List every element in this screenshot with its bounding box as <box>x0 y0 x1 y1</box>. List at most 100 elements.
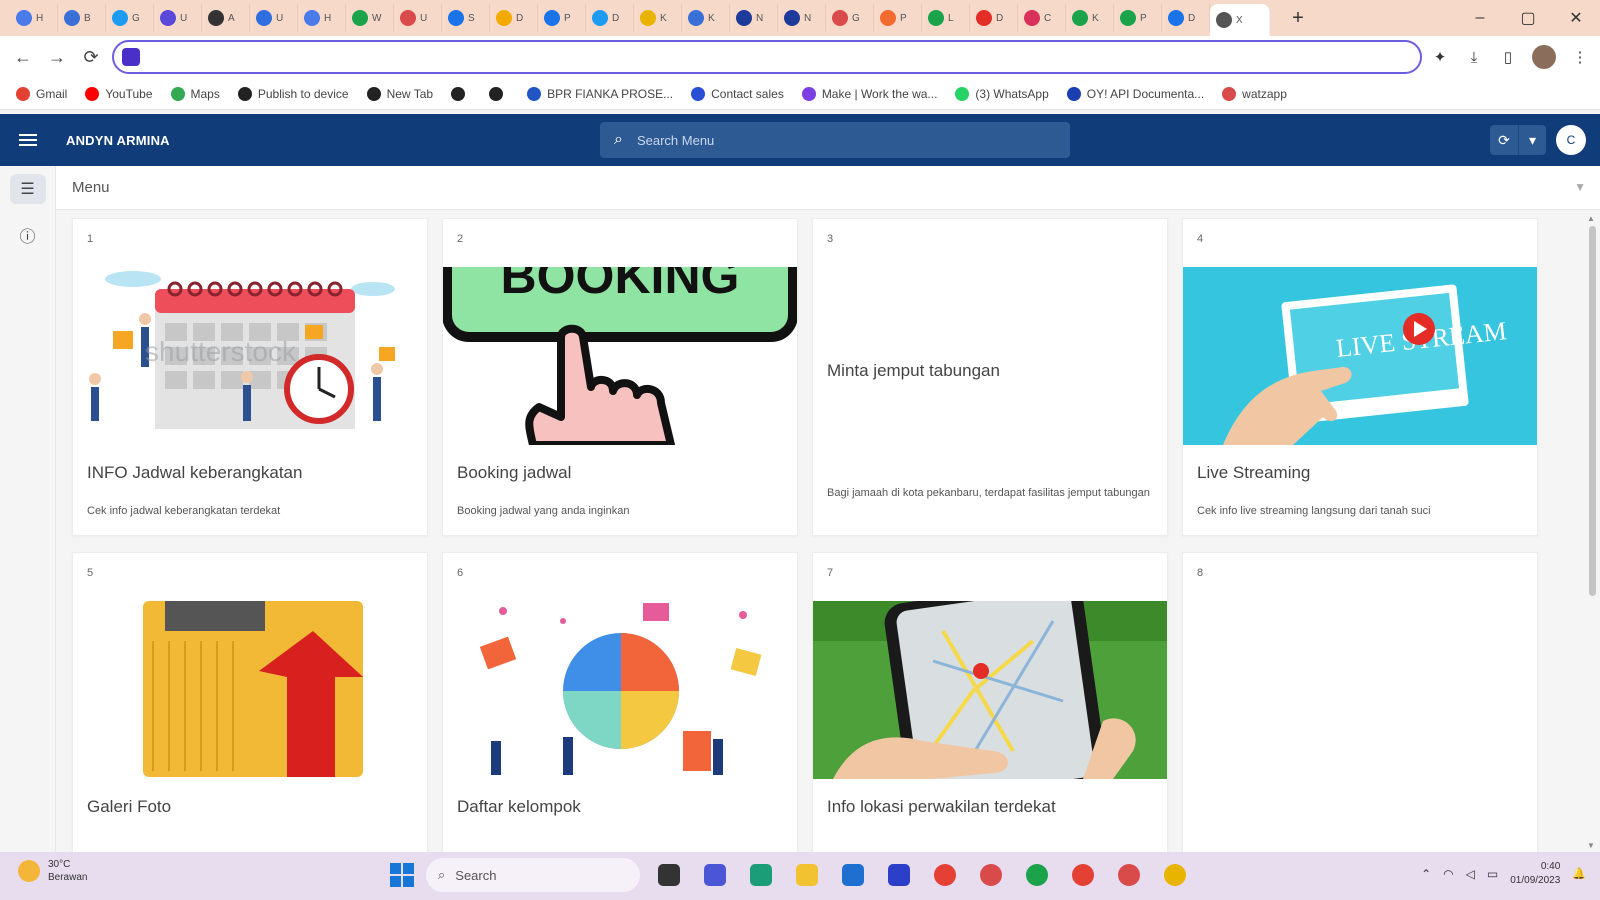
browser-tab[interactable]: K <box>682 4 730 32</box>
close-window-button[interactable]: ✕ <box>1552 8 1600 28</box>
bookmark-item[interactable]: BPR FIANKA PROSE... <box>527 86 673 101</box>
browser-tab[interactable]: N <box>778 4 826 32</box>
browser-tab[interactable]: G <box>826 4 874 32</box>
browser-tab-active[interactable]: X <box>1210 4 1270 36</box>
bookmark-item[interactable]: Gmail <box>16 86 67 101</box>
bookmark-item[interactable]: New Tab <box>366 86 433 101</box>
hamburger-menu-button[interactable] <box>0 114 56 166</box>
user-avatar[interactable]: C <box>1556 125 1586 155</box>
browser-tab[interactable]: D <box>490 4 538 32</box>
browser-tab[interactable]: G <box>106 4 154 32</box>
browser-tab[interactable]: L <box>922 4 970 32</box>
bookmark-item[interactable]: Make | Work the wa... <box>801 86 937 101</box>
taskbar-app-chrome-profile-3[interactable] <box>1066 858 1100 892</box>
vertical-scrollbar[interactable]: ▲ ▼ <box>1586 214 1598 850</box>
bookmark-favicon-icon <box>170 86 185 101</box>
browser-tab[interactable]: P <box>538 4 586 32</box>
bookmark-item[interactable] <box>451 86 471 101</box>
scroll-up-icon[interactable]: ▲ <box>1587 214 1595 223</box>
menu-card-4[interactable]: 4 LIVE STREAM Live Streaming Cek info li… <box>1182 218 1538 536</box>
chrome-profile-3-icon <box>1072 864 1094 886</box>
tab-close-icon[interactable]: X <box>1236 15 1243 26</box>
bookmark-item[interactable]: YouTube <box>85 86 153 101</box>
address-bar[interactable] <box>112 40 1422 74</box>
minimize-button[interactable]: – <box>1456 9 1504 27</box>
browser-tab[interactable]: A <box>202 4 250 32</box>
menu-card-2[interactable]: 2 BOOKING Booking jadwal Booking jadwal … <box>442 218 798 536</box>
bookmark-item[interactable]: watzapp <box>1222 86 1287 101</box>
bookmark-item[interactable]: OY! API Documenta... <box>1066 86 1204 101</box>
taskbar-app-chat[interactable] <box>698 858 732 892</box>
browser-tab[interactable]: P <box>1114 4 1162 32</box>
browser-tab[interactable]: K <box>634 4 682 32</box>
browser-tab[interactable]: H <box>10 4 58 32</box>
notification-bell-icon[interactable]: 🔔 <box>1572 867 1586 880</box>
tab-favicon-icon <box>352 10 368 26</box>
taskbar-app-chrome-profile-4[interactable] <box>1112 858 1146 892</box>
system-clock[interactable]: 0:40 01/09/2023 <box>1510 860 1560 887</box>
taskbar-app-file-explorer[interactable] <box>790 858 824 892</box>
side-panel-icon[interactable]: ▯ <box>1498 47 1518 67</box>
browser-tab[interactable]: U <box>154 4 202 32</box>
scroll-down-icon[interactable]: ▼ <box>1587 841 1595 850</box>
browser-tab[interactable]: C <box>1018 4 1066 32</box>
weather-widget[interactable]: 30°C Berawan <box>18 858 87 884</box>
show-hidden-icons-icon[interactable]: ⌃ <box>1421 867 1431 881</box>
browser-tab[interactable]: P <box>874 4 922 32</box>
new-tab-button[interactable]: + <box>1284 4 1312 32</box>
collapse-caret-icon[interactable]: ▼ <box>1574 180 1586 194</box>
windows-start-icon[interactable] <box>390 863 414 887</box>
browser-tab[interactable]: D <box>1162 4 1210 32</box>
chrome-profile-5-icon <box>1164 864 1186 886</box>
browser-tab[interactable]: D <box>586 4 634 32</box>
bookmark-item[interactable]: Maps <box>170 86 220 101</box>
list-menu-icon[interactable]: ☰ <box>9 174 46 204</box>
browser-tab[interactable]: W <box>346 4 394 32</box>
browser-tab[interactable]: N <box>730 4 778 32</box>
bookmark-item[interactable] <box>489 86 509 101</box>
menu-card-6[interactable]: 6 Daftar kelompok <box>442 552 798 852</box>
bookmark-item[interactable]: (3) WhatsApp <box>955 86 1049 101</box>
menu-card-8[interactable]: 8 <box>1182 552 1538 852</box>
browser-tab[interactable]: U <box>394 4 442 32</box>
taskbar-app-task-view[interactable] <box>652 858 686 892</box>
browser-tab[interactable]: B <box>58 4 106 32</box>
browser-tab[interactable]: H <box>298 4 346 32</box>
info-icon[interactable]: ⓘ <box>10 220 46 250</box>
taskbar-app-app-blue[interactable] <box>882 858 916 892</box>
volume-icon[interactable]: ◁ <box>1466 867 1475 881</box>
refresh-icon[interactable]: ⟳ <box>1490 125 1518 155</box>
browser-tab[interactable]: K <box>1066 4 1114 32</box>
scrollbar-thumb[interactable] <box>1589 226 1596 596</box>
battery-icon[interactable]: ▭ <box>1487 867 1498 881</box>
profile-avatar[interactable] <box>1532 45 1556 69</box>
wifi-icon[interactable]: ◠ <box>1443 867 1453 881</box>
tab-label: S <box>468 12 475 24</box>
bookmark-item[interactable]: Publish to device <box>237 86 349 101</box>
taskbar-app-chrome-profile-1[interactable] <box>974 858 1008 892</box>
taskbar-search[interactable]: ⌕ Search <box>426 858 640 892</box>
maximize-button[interactable]: ▢ <box>1504 8 1552 28</box>
bookmark-item[interactable]: Contact sales <box>691 86 784 101</box>
browser-tab[interactable]: D <box>970 4 1018 32</box>
download-icon[interactable]: ⤓ <box>1464 47 1484 67</box>
browser-tab[interactable]: U <box>250 4 298 32</box>
menu-card-7[interactable]: 7 Info lokasi perwakilan terdekat <box>812 552 1168 852</box>
extensions-icon[interactable]: ✦ <box>1430 47 1450 67</box>
taskbar-app-chrome[interactable] <box>928 858 962 892</box>
browser-menu-icon[interactable]: ⋮ <box>1570 47 1590 67</box>
browser-tab[interactable]: S <box>442 4 490 32</box>
menu-card-3[interactable]: 3 Minta jemput tabungan Bagi jamaah di k… <box>812 218 1168 536</box>
menu-card-5[interactable]: 5 Galeri Foto <box>72 552 428 852</box>
menu-card-1[interactable]: 1 shutterstock INFO Jadwal keberangkatan… <box>72 218 428 536</box>
taskbar-app-chrome-profile-5[interactable] <box>1158 858 1192 892</box>
back-button[interactable]: ← <box>6 40 40 74</box>
chevron-down-icon[interactable]: ▾ <box>1518 125 1546 155</box>
forward-button[interactable]: → <box>40 40 74 74</box>
taskbar-app-mail[interactable] <box>836 858 870 892</box>
tab-favicon-icon <box>160 10 176 26</box>
search-menu-input[interactable] <box>636 132 1017 148</box>
reload-button[interactable]: ⟳ <box>74 40 108 74</box>
taskbar-app-edge[interactable] <box>744 858 778 892</box>
taskbar-app-chrome-profile-2[interactable] <box>1020 858 1054 892</box>
